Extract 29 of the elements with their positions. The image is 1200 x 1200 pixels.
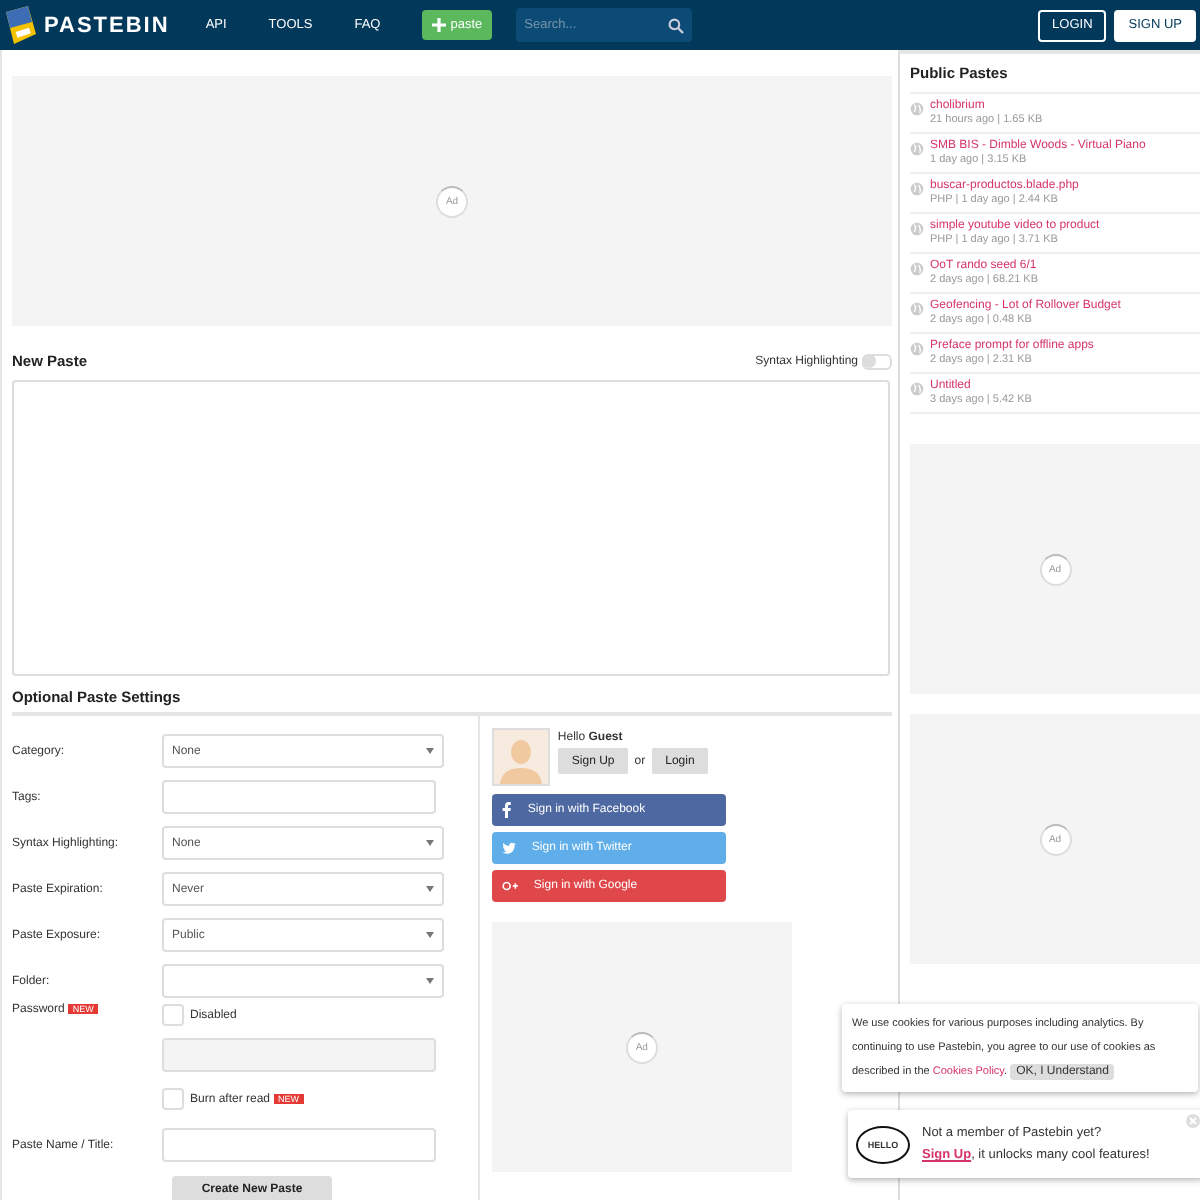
avatar-icon <box>491 728 550 786</box>
globe-icon <box>910 342 924 356</box>
caret-icon <box>426 886 434 892</box>
globe-icon <box>910 102 924 116</box>
bird-icon <box>501 842 516 854</box>
close-icon[interactable] <box>1186 1114 1200 1128</box>
globe-icon <box>910 182 924 196</box>
logo-icon <box>4 5 38 45</box>
caret-icon <box>426 978 434 984</box>
globe-icon <box>910 142 924 156</box>
globe-icon <box>910 382 924 396</box>
caret-icon <box>426 748 434 754</box>
select-field[interactable] <box>162 964 444 998</box>
facebook-icon <box>501 802 512 818</box>
globe-icon <box>910 262 924 276</box>
logo-text[interactable]: PASTEBIN <box>44 13 170 37</box>
input-field[interactable] <box>162 1128 436 1162</box>
google-plus-icon <box>501 880 518 892</box>
checkbox[interactable] <box>162 1088 184 1110</box>
input-field[interactable] <box>162 780 436 814</box>
search-icon[interactable] <box>668 17 685 33</box>
plus-icon <box>432 18 447 32</box>
checkbox[interactable] <box>162 1004 184 1026</box>
globe-icon <box>910 302 924 316</box>
globe-icon <box>910 222 924 236</box>
paste-textarea[interactable] <box>12 380 890 676</box>
toggle-switch[interactable] <box>862 353 892 369</box>
caret-icon <box>426 932 434 938</box>
caret-icon <box>426 840 434 846</box>
